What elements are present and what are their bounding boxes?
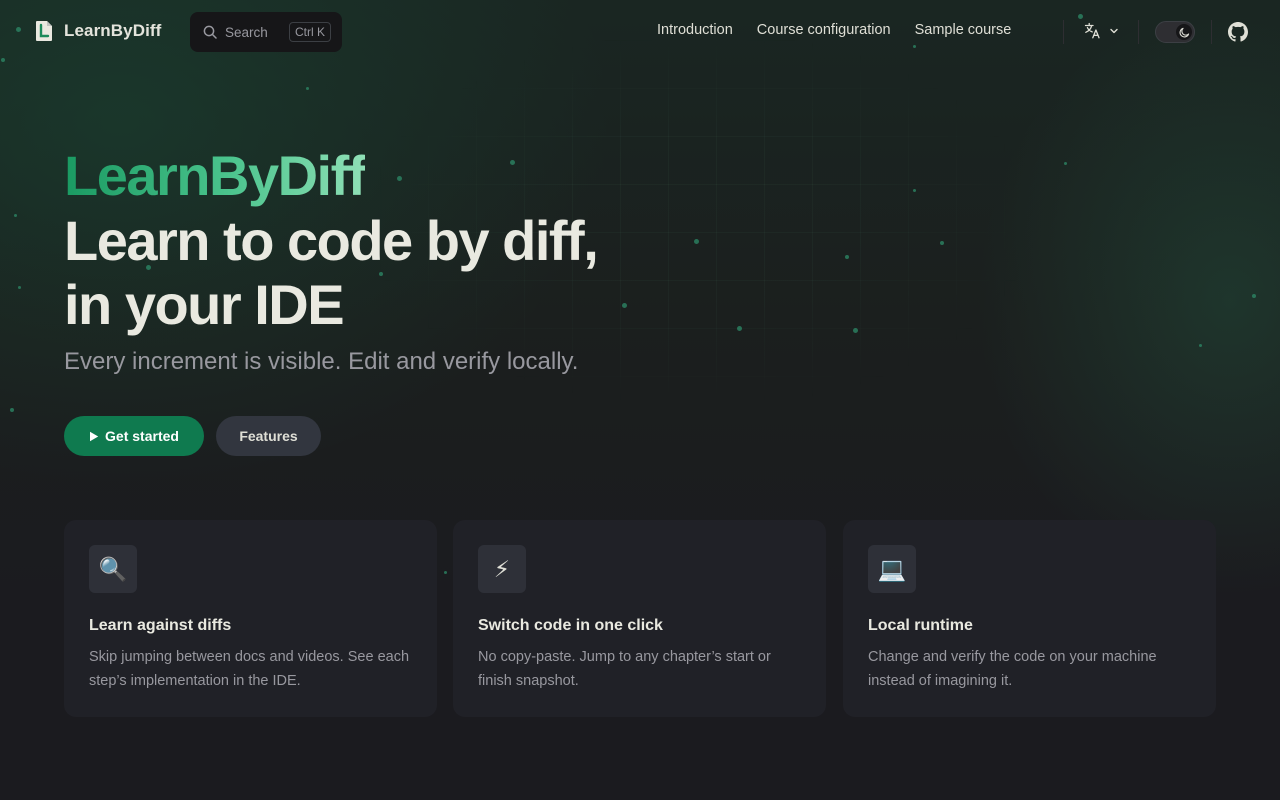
magnifier-icon: 🔍 xyxy=(89,545,137,593)
background-dot xyxy=(737,326,742,331)
chevron-down-icon xyxy=(1110,28,1118,33)
hero-name: LearnByDiff xyxy=(64,144,366,207)
nav-link-course-configuration[interactable]: Course configuration xyxy=(757,22,891,38)
lightning-icon: ⚡ xyxy=(478,545,526,593)
translate-icon xyxy=(1084,22,1100,39)
background-dot xyxy=(444,571,447,574)
play-icon xyxy=(90,431,99,441)
hero-text: Learn to code by diff, in your IDE xyxy=(64,209,684,337)
feature-card: 🔍 Learn against diffs Skip jumping betwe… xyxy=(64,520,437,717)
hero-text-line: Learn to code by diff, xyxy=(64,209,599,272)
nav-links: Introduction Course configuration Sample… xyxy=(657,22,1011,38)
nav-divider xyxy=(1063,20,1064,44)
nav-link-introduction[interactable]: Introduction xyxy=(657,22,733,38)
nav-divider xyxy=(1138,20,1139,44)
feature-title: Learn against diffs xyxy=(89,617,232,634)
background-dot xyxy=(1199,344,1202,347)
background-dot xyxy=(510,160,515,165)
background-dot xyxy=(14,214,17,217)
feature-title: Switch code in one click xyxy=(478,617,663,634)
top-navbar: LearnByDiff Search Ctrl K Introduction C… xyxy=(0,0,1280,64)
logo-icon xyxy=(36,21,52,41)
feature-description: No copy-paste. Jump to any chapter’s sta… xyxy=(478,649,771,689)
laptop-icon: 💻 xyxy=(868,545,916,593)
github-link[interactable] xyxy=(1228,22,1248,42)
feature-title: Local runtime xyxy=(868,617,973,634)
background-dot xyxy=(694,239,699,244)
background-dot xyxy=(913,189,916,192)
features-button[interactable]: Features xyxy=(216,416,321,456)
feature-card: ⚡ Switch code in one click No copy-paste… xyxy=(453,520,826,717)
get-started-label: Get started xyxy=(105,428,179,444)
background-dot xyxy=(845,255,849,259)
background-dot xyxy=(853,328,858,333)
brand-link[interactable]: LearnByDiff xyxy=(35,20,161,42)
background-dot xyxy=(397,176,402,181)
feature-description: Skip jumping between docs and videos. Se… xyxy=(89,649,410,689)
search-shortcut: Ctrl K xyxy=(289,22,331,42)
background-dot xyxy=(10,408,14,412)
hero-text-line: in your IDE xyxy=(64,273,345,336)
nav-divider xyxy=(1211,20,1212,44)
background-dot xyxy=(1252,294,1256,298)
feature-card: 💻 Local runtime Change and verify the co… xyxy=(843,520,1216,717)
page: LearnByDiff Search Ctrl K Introduction C… xyxy=(0,0,1280,800)
theme-toggle[interactable] xyxy=(1155,21,1195,43)
background-dot xyxy=(18,286,21,289)
background-dot xyxy=(306,87,309,90)
search-label: Search xyxy=(225,24,268,40)
hero-tagline: Every increment is visible. Edit and ver… xyxy=(64,348,579,375)
background-dot xyxy=(940,241,944,245)
background-dot xyxy=(1064,162,1067,165)
search-button[interactable]: Search Ctrl K xyxy=(190,12,342,52)
language-switcher[interactable] xyxy=(1084,22,1119,39)
moon-icon xyxy=(1179,27,1189,37)
github-icon xyxy=(1228,22,1248,42)
get-started-button[interactable]: Get started xyxy=(64,416,204,456)
nav-link-sample-course[interactable]: Sample course xyxy=(915,22,1012,38)
search-icon xyxy=(203,25,217,39)
feature-description: Change and verify the code on your machi… xyxy=(868,649,1157,689)
brand-name: LearnByDiff xyxy=(64,21,162,40)
theme-toggle-knob xyxy=(1176,24,1192,40)
